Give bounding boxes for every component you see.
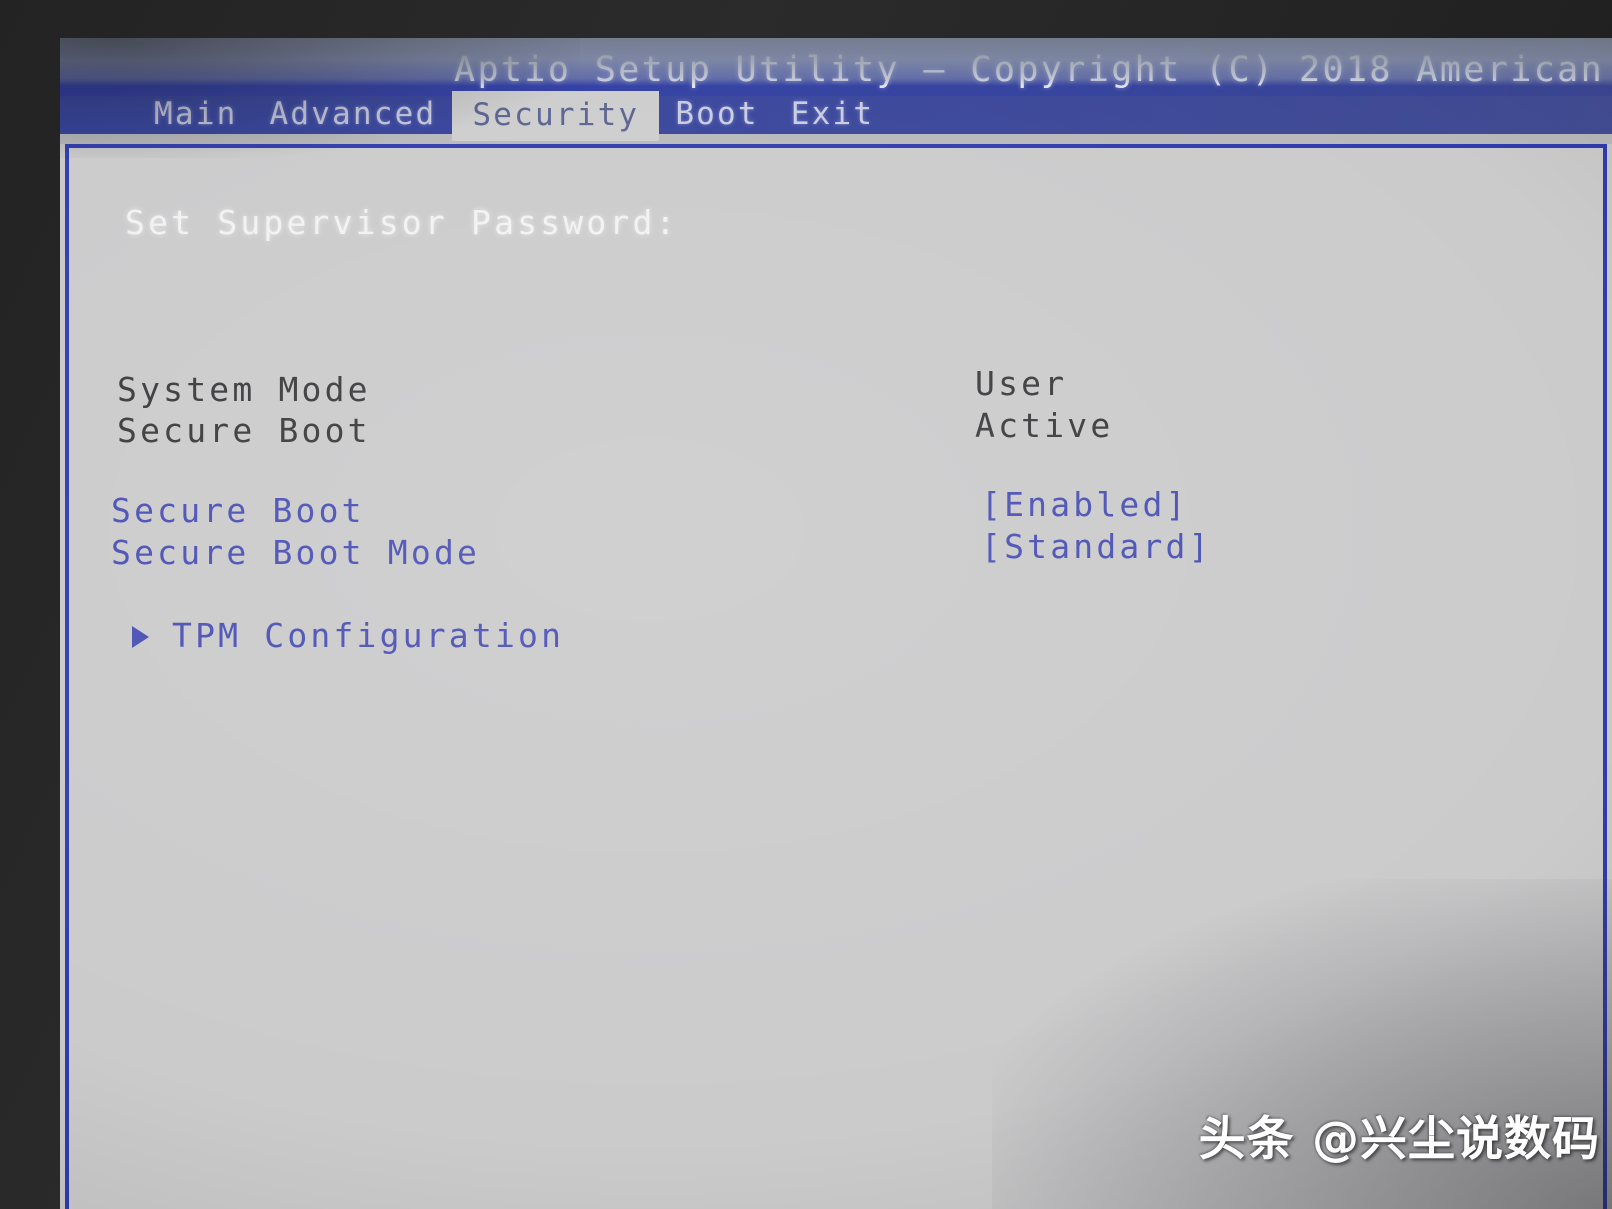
secure-boot-setting-value[interactable]: [Enabled] xyxy=(981,485,1189,524)
secure-boot-setting-label: Secure Boot xyxy=(111,491,365,530)
secure-boot-status-value-cell: Active xyxy=(975,406,1113,445)
secure-boot-status-row: Secure Boot xyxy=(117,411,371,450)
menu-bar[interactable]: Main Advanced Security Boot Exit xyxy=(60,91,1612,141)
secure-boot-mode-label: Secure Boot Mode xyxy=(111,533,481,572)
secure-boot-mode-value[interactable]: [Standard] xyxy=(981,527,1212,566)
tab-security[interactable]: Security xyxy=(452,91,660,141)
tpm-configuration-row[interactable]: TPM Configuration xyxy=(69,616,564,655)
tab-main[interactable]: Main xyxy=(138,92,253,138)
tpm-configuration-label: TPM Configuration xyxy=(172,616,565,655)
triangle-right-icon xyxy=(132,625,149,648)
page-title: Aptio Setup Utility – Copyright (C) 2018… xyxy=(454,50,1605,90)
system-mode-label: System Mode xyxy=(117,370,371,409)
bios-screen: Aptio Setup Utility – Copyright (C) 2018… xyxy=(60,38,1612,1209)
monitor-photo: Aptio Setup Utility – Copyright (C) 2018… xyxy=(0,0,1612,1209)
system-mode-row: System Mode xyxy=(117,370,371,409)
system-mode-value-cell: User xyxy=(975,364,1067,403)
secure-boot-setting-row[interactable]: Secure Boot xyxy=(111,491,365,530)
secure-boot-mode-value-cell[interactable]: [Standard] xyxy=(981,527,1212,566)
security-settings-panel: Set Supervisor Password: System Mode Use… xyxy=(65,144,1607,1209)
set-supervisor-password-label: Set Supervisor Password: xyxy=(125,203,679,242)
tab-advanced[interactable]: Advanced xyxy=(253,92,452,138)
watermark: 头条 @兴尘说数码 xyxy=(1198,1112,1600,1167)
tab-exit[interactable]: Exit xyxy=(775,92,890,138)
tab-boot[interactable]: Boot xyxy=(659,92,774,138)
secure-boot-status-label: Secure Boot xyxy=(117,411,371,450)
bios-title-bar: Aptio Setup Utility – Copyright (C) 2018… xyxy=(60,38,1612,96)
secure-boot-setting-value-cell[interactable]: [Enabled] xyxy=(981,485,1189,524)
system-mode-value: User xyxy=(975,364,1068,403)
set-supervisor-password-row[interactable]: Set Supervisor Password: xyxy=(125,203,679,242)
secure-boot-mode-row[interactable]: Secure Boot Mode xyxy=(111,533,480,572)
secure-boot-status-value: Active xyxy=(975,406,1114,445)
